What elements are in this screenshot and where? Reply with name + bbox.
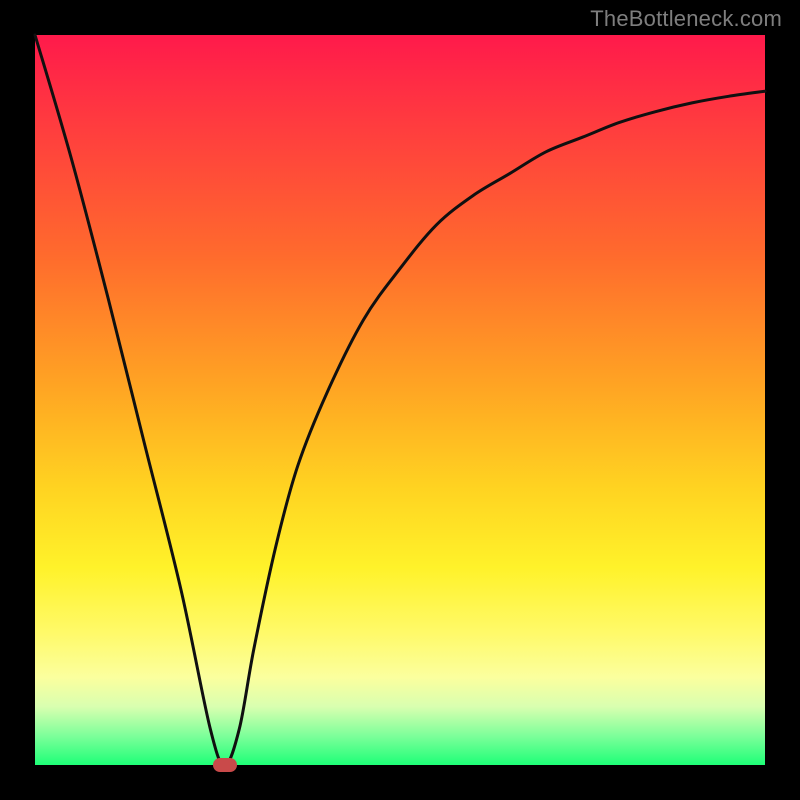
watermark-text: TheBottleneck.com <box>590 6 782 32</box>
bottleneck-curve <box>35 35 765 765</box>
chart-frame: TheBottleneck.com <box>0 0 800 800</box>
curve-svg <box>35 35 765 765</box>
minimum-marker <box>213 758 237 772</box>
plot-area <box>35 35 765 765</box>
